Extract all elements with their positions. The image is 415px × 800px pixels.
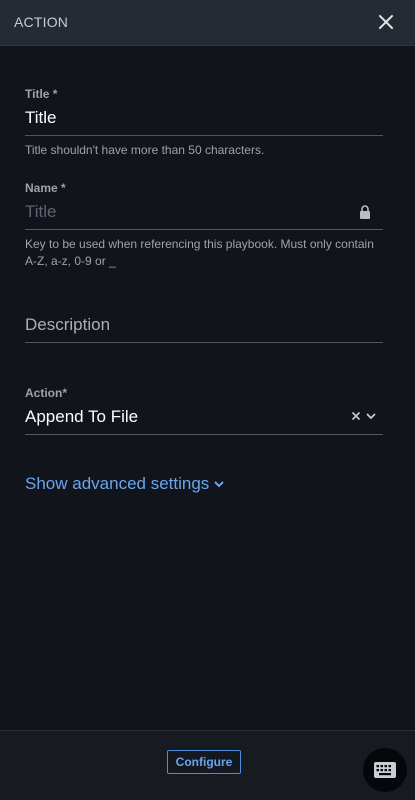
name-input[interactable]: Title <box>25 200 383 224</box>
name-input-row: Title <box>25 200 383 224</box>
name-underline <box>25 229 383 230</box>
name-field: Name * Title Key to be used when referen… <box>25 181 383 270</box>
title-field: Title * Title Title shouldn't have more … <box>25 87 383 159</box>
title-label: Title * <box>25 87 58 101</box>
action-select-icons <box>350 410 377 422</box>
close-button[interactable] <box>375 11 397 33</box>
action-label: Action* <box>25 386 67 400</box>
panel-header: ACTION <box>0 0 415 46</box>
title-input[interactable]: Title <box>25 106 383 130</box>
description-input[interactable]: Description <box>25 313 383 337</box>
title-helper: Title shouldn't have more than 50 charac… <box>25 143 265 157</box>
keyboard-icon <box>374 762 396 778</box>
panel-title: ACTION <box>14 14 69 30</box>
configure-button[interactable]: Configure <box>167 750 241 774</box>
description-underline <box>25 342 383 343</box>
show-advanced-settings-link[interactable]: Show advanced settings <box>25 474 225 494</box>
chevron-down-icon <box>214 481 225 488</box>
title-underline <box>25 135 383 136</box>
keyboard-button[interactable] <box>363 748 407 792</box>
advanced-settings-label: Show advanced settings <box>25 474 210 493</box>
action-select[interactable]: Append To File <box>25 405 383 429</box>
panel-footer: Configure <box>0 730 415 800</box>
name-label: Name * <box>25 181 66 195</box>
lock-icon <box>360 205 370 219</box>
description-field: Description <box>25 313 383 343</box>
action-underline <box>25 434 383 435</box>
action-field: Action* Append To File <box>25 386 383 435</box>
name-helper: Key to be used when referencing this pla… <box>25 237 374 268</box>
action-select-value: Append To File <box>25 407 139 426</box>
clear-icon[interactable] <box>350 410 362 422</box>
action-panel: ACTION Title * Title Title shouldn't hav… <box>0 0 415 800</box>
close-icon <box>379 15 393 29</box>
chevron-down-icon[interactable] <box>365 410 377 422</box>
